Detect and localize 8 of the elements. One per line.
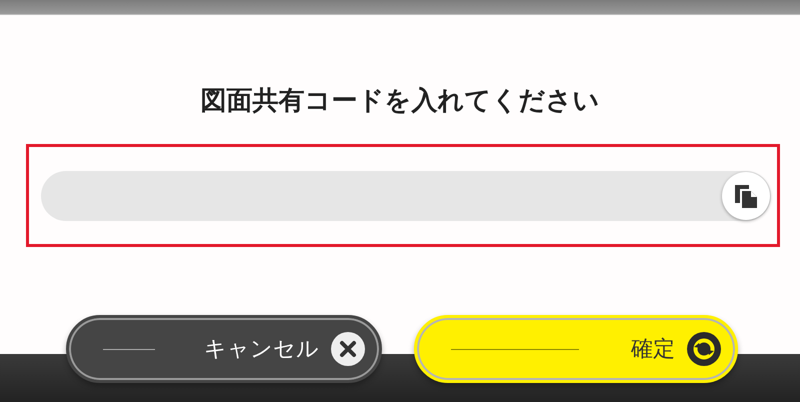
confirm-button[interactable]: 確定	[414, 315, 738, 383]
paste-icon	[733, 182, 759, 208]
dialog-title: 図面共有コードを入れてください	[200, 85, 600, 118]
input-field[interactable]	[41, 170, 771, 220]
refresh-icon	[687, 332, 721, 366]
paste-button[interactable]	[722, 172, 770, 220]
cancel-button[interactable]: キャンセル	[66, 315, 382, 383]
close-icon	[331, 332, 365, 366]
